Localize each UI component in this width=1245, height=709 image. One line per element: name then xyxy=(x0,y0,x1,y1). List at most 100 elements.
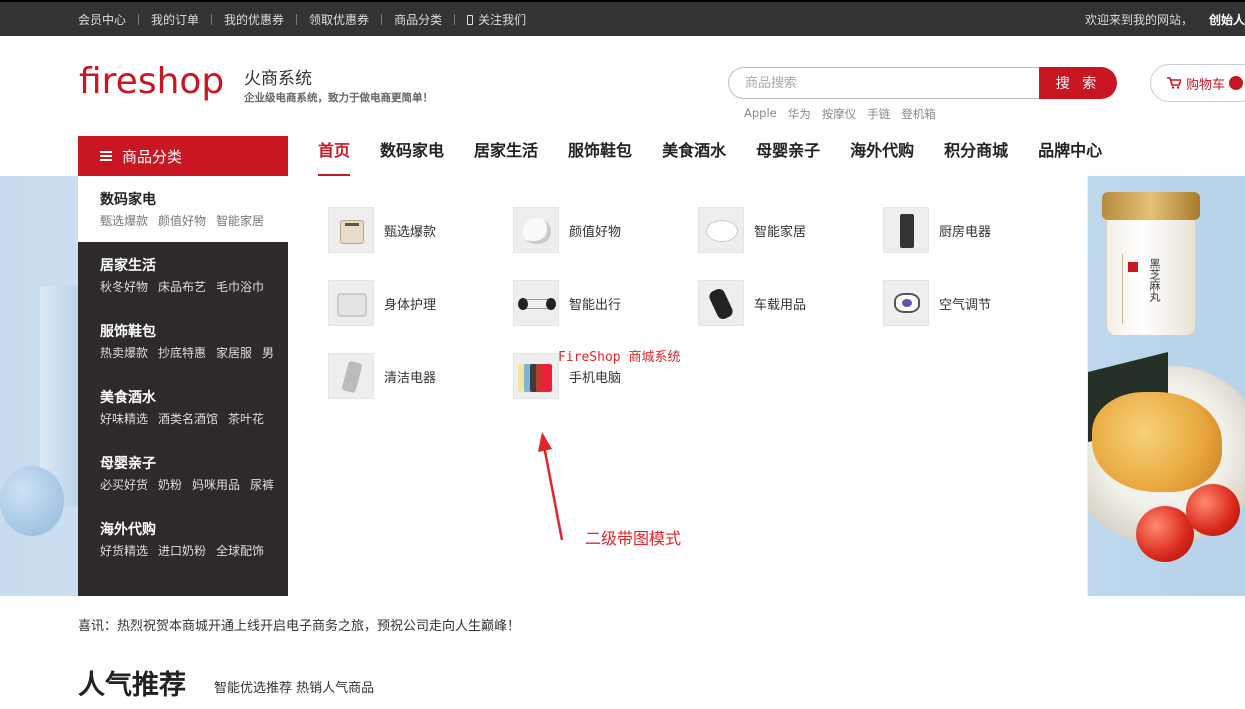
flyout-item-smart-travel[interactable]: 智能出行 xyxy=(513,279,693,327)
top-link-my-coupons[interactable]: 我的优惠券 xyxy=(224,11,284,28)
subcategory-link[interactable]: 颜值好物 xyxy=(158,212,206,229)
divider xyxy=(296,13,298,25)
top-link-follow-us[interactable]: 关注我们 xyxy=(467,11,526,28)
flyout-item-label: 空气调节 xyxy=(939,297,992,313)
hoverboard-icon xyxy=(513,280,559,326)
nav-item-points-mall[interactable]: 积分商城 xyxy=(944,136,1008,176)
divider xyxy=(211,13,213,25)
nav-item-overseas[interactable]: 海外代购 xyxy=(850,136,914,176)
cart-icon xyxy=(1167,77,1181,89)
cart-label: 购物车 xyxy=(1186,77,1226,93)
flyout-item-smart-home[interactable]: 智能家居 xyxy=(698,206,878,254)
flyout-item-label: 智能出行 xyxy=(569,297,622,313)
category-subs: 热卖爆款 抄底特惠 家居服 男 xyxy=(100,344,285,361)
hot-word-link[interactable]: 按摩仪 xyxy=(822,106,857,122)
subcategory-link[interactable]: 尿裤 xyxy=(250,476,274,493)
hot-word-link[interactable]: 华为 xyxy=(788,106,811,122)
hot-word-link[interactable]: 登机箱 xyxy=(901,106,936,122)
subcategory-link[interactable]: 全球配饰 xyxy=(216,542,264,559)
nav-item-food-drinks[interactable]: 美食酒水 xyxy=(662,136,726,176)
flyout-item-label: 身体护理 xyxy=(384,297,437,313)
subcategory-link[interactable]: 好味精选 xyxy=(100,410,148,427)
subcategory-link[interactable]: 热卖爆款 xyxy=(100,344,148,361)
flyout-item-label: 智能家居 xyxy=(754,224,807,240)
subcategory-link[interactable]: 毛巾浴巾 xyxy=(216,278,264,295)
category-home-living[interactable]: 居家生活 秋冬好物 床品布艺 毛巾浴巾 xyxy=(78,242,288,308)
flyout-item-good-looking[interactable]: 颜值好物 xyxy=(513,206,693,254)
flyout-item-label: 车载用品 xyxy=(754,297,807,313)
flyout-item-body-care[interactable]: 身体护理 xyxy=(328,279,508,327)
subcategory-link[interactable]: 妈咪用品 xyxy=(192,476,240,493)
subcategory-link[interactable]: 奶粉 xyxy=(158,476,182,493)
flyout-item-kitchen[interactable]: 厨房电器 xyxy=(883,206,1063,254)
flyout-item-label: 厨房电器 xyxy=(939,224,992,240)
top-nav: 会员中心 我的订单 我的优惠券 领取优惠券 商品分类 关注我们 xyxy=(78,2,526,36)
mobile-phone-icon xyxy=(467,14,474,25)
follow-us-label: 关注我们 xyxy=(478,12,527,27)
category-menu-toggle[interactable]: 商品分类 xyxy=(78,136,288,176)
top-right: 欢迎来到我的网站， 创始人 xyxy=(1085,2,1245,36)
flyout-item-featured[interactable]: 甄选爆款 xyxy=(328,206,508,254)
subcategory-link[interactable]: 茶叶花 xyxy=(228,410,264,427)
flyout-item-air[interactable]: 空气调节 xyxy=(883,279,1063,327)
subcategory-link[interactable]: 男 xyxy=(262,344,274,361)
main-nav: 首页 数码家电 居家生活 服饰鞋包 美食酒水 母婴亲子 海外代购 积分商城 品牌… xyxy=(318,136,1132,176)
top-link-get-coupons[interactable]: 领取优惠券 xyxy=(309,11,369,28)
subcategory-link[interactable]: 抄底特惠 xyxy=(158,344,206,361)
phone-swatch xyxy=(542,364,552,392)
cart-button[interactable]: 购物车 xyxy=(1150,64,1245,102)
annotation-arrow-icon xyxy=(538,432,564,541)
nav-item-home[interactable]: 首页 xyxy=(318,136,351,176)
menu-icon xyxy=(100,151,112,161)
category-flyout-panel: 甄选爆款 颜值好物 智能家居 厨房电器 身体护理 智能出行 车载用品 空气调节 … xyxy=(288,176,1088,596)
top-link-my-orders[interactable]: 我的订单 xyxy=(151,11,199,28)
divider xyxy=(138,13,140,25)
hot-word-link[interactable]: 手链 xyxy=(867,106,890,122)
subcategory-link[interactable]: 进口奶粉 xyxy=(158,542,206,559)
subcategory-link[interactable]: 必买好货 xyxy=(100,476,148,493)
subcategory-link[interactable]: 智能家居 xyxy=(216,212,264,229)
announcement-text[interactable]: 喜讯：热烈祝贺本商城开通上线开启电子商务之旅，预祝公司走向人生巅峰！ xyxy=(78,615,520,634)
subcategory-link[interactable]: 酒类名酒馆 xyxy=(158,410,218,427)
category-mother-baby[interactable]: 母婴亲子 必买好货 奶粉 妈咪用品 尿裤 xyxy=(78,440,288,506)
flyout-item-cleaning[interactable]: 清洁电器 xyxy=(328,352,508,400)
flyout-item-car[interactable]: 车载用品 xyxy=(698,279,878,327)
search-button[interactable]: 搜 索 xyxy=(1039,67,1117,99)
page: 会员中心 我的订单 我的优惠券 领取优惠券 商品分类 关注我们 欢迎来到我的网站… xyxy=(0,0,1245,709)
category-title: 美食酒水 xyxy=(100,390,156,406)
hot-word-link[interactable]: Apple xyxy=(744,106,777,122)
welcome-text: 欢迎来到我的网站， xyxy=(1084,12,1193,27)
user-name[interactable]: 创始人 xyxy=(1209,11,1245,28)
category-subs: 好味精选 酒类名酒馆 茶叶花 xyxy=(100,410,285,427)
top-link-categories[interactable]: 商品分类 xyxy=(394,11,442,28)
flyout-item-label: 颜值好物 xyxy=(569,224,622,240)
jar-lid xyxy=(1102,192,1200,220)
subcategory-link[interactable]: 秋冬好物 xyxy=(100,278,148,295)
subcategory-link[interactable]: 甄选爆款 xyxy=(100,212,148,229)
category-subs: 甄选爆款 颜值好物 智能家居 xyxy=(100,212,285,229)
nav-item-digital[interactable]: 数码家电 xyxy=(380,136,444,176)
nav-item-apparel[interactable]: 服饰鞋包 xyxy=(568,136,632,176)
subcategory-link[interactable]: 好货精选 xyxy=(100,542,148,559)
tomato-image xyxy=(1136,506,1194,562)
top-link-member-center[interactable]: 会员中心 xyxy=(78,11,126,28)
vacuum-icon xyxy=(328,353,374,399)
site-logo[interactable]: fireshop xyxy=(79,60,224,104)
category-overseas[interactable]: 海外代购 好货精选 进口奶粉 全球配饰 xyxy=(78,506,288,572)
nav-item-brands[interactable]: 品牌中心 xyxy=(1038,136,1102,176)
category-subs: 秋冬好物 床品布艺 毛巾浴巾 xyxy=(100,278,285,295)
category-apparel[interactable]: 服饰鞋包 热卖爆款 抄底特惠 家居服 男 xyxy=(78,308,288,374)
cup-icon xyxy=(513,207,559,253)
nav-item-home-living[interactable]: 居家生活 xyxy=(474,136,538,176)
subcategory-link[interactable]: 家居服 xyxy=(216,344,252,361)
search-input[interactable] xyxy=(728,67,1048,99)
toaster-icon xyxy=(328,207,374,253)
subcategory-link[interactable]: 床品布艺 xyxy=(158,278,206,295)
noodle-image xyxy=(1092,392,1222,492)
mite-remover-icon xyxy=(883,280,929,326)
category-digital[interactable]: 数码家电 甄选爆款 颜值好物 智能家居 xyxy=(78,176,288,242)
nav-item-mother-baby[interactable]: 母婴亲子 xyxy=(756,136,820,176)
massage-belt-icon xyxy=(328,280,374,326)
category-food-drinks[interactable]: 美食酒水 好味精选 酒类名酒馆 茶叶花 xyxy=(78,374,288,440)
category-menu-label: 商品分类 xyxy=(122,147,183,166)
